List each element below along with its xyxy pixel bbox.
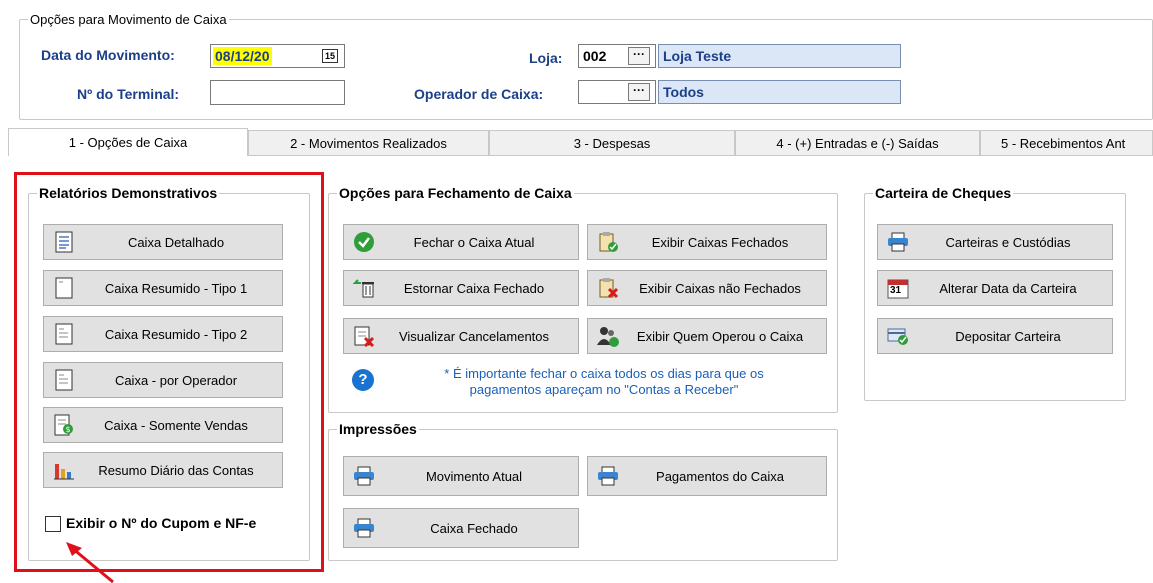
caixa-fechado-label: Caixa Fechado [430, 520, 518, 536]
check-circle-icon [352, 230, 376, 254]
operador-lookup-button[interactable]: ··· [628, 83, 650, 101]
alterar-data-carteira-button[interactable]: 31 Alterar Data da Carteira [877, 270, 1113, 306]
data-movimento-field[interactable]: 08/12/20 15 [210, 44, 345, 68]
visualizar-cancelamentos-button[interactable]: Visualizar Cancelamentos [343, 318, 579, 354]
fechamento-title: Opções para Fechamento de Caixa [339, 185, 572, 201]
highlight-box [14, 172, 324, 572]
tab-entradas-saidas[interactable]: 4 - (+) Entradas e (-) Saídas [735, 130, 980, 156]
loja-name-field: Loja Teste [658, 44, 901, 68]
calendar-day: 31 [890, 285, 902, 296]
printer-icon [352, 464, 376, 488]
tab-movimentos-realizados[interactable]: 2 - Movimentos Realizados [248, 130, 489, 156]
card-check-icon [886, 324, 910, 348]
loja-lookup-button[interactable]: ··· [628, 47, 650, 65]
estornar-caixa-fechado-button[interactable]: Estornar Caixa Fechado [343, 270, 579, 306]
tab-bar: 1 - Opções de Caixa 2 - Movimentos Reali… [8, 128, 1153, 156]
undo-trash-icon [352, 276, 376, 300]
clipboard-x-icon [596, 276, 620, 300]
tab-recebimentos[interactable]: 5 - Recebimentos Ant [980, 130, 1153, 156]
movimento-atual-label: Movimento Atual [425, 468, 523, 484]
help-icon: ? [352, 369, 374, 391]
exibir-quem-operou-button[interactable]: Exibir Quem Operou o Caixa [587, 318, 827, 354]
red-arrow-icon [66, 542, 114, 583]
alterar-data-carteira-label: Alterar Data da Carteira [939, 280, 1077, 296]
users-icon [596, 324, 620, 348]
loja-code-value: 002 [583, 48, 607, 64]
note-line-2: pagamentos apareçam no "Contas a Receber… [469, 382, 739, 397]
pagamentos-do-caixa-button[interactable]: Pagamentos do Caixa [587, 456, 827, 496]
clipboard-check-icon [596, 230, 620, 254]
movimento-options-title: Opções para Movimento de Caixa [30, 12, 227, 27]
terminal-field[interactable] [210, 80, 345, 105]
pagamentos-do-caixa-label: Pagamentos do Caixa [656, 468, 784, 484]
fechar-caixa-atual-label: Fechar o Caixa Atual [413, 234, 535, 250]
printer-icon [596, 464, 620, 488]
caixa-fechado-button[interactable]: Caixa Fechado [343, 508, 579, 548]
movimento-atual-button[interactable]: Movimento Atual [343, 456, 579, 496]
exibir-caixas-nao-fechados-label: Exibir Caixas não Fechados [639, 280, 801, 296]
carteira-title: Carteira de Cheques [875, 185, 1012, 201]
data-movimento-label: Data do Movimento: [41, 47, 175, 63]
impressoes-title: Impressões [339, 421, 417, 437]
printer-icon [886, 230, 910, 254]
fechamento-note: * É importante fechar o caixa todos os d… [384, 366, 824, 398]
exibir-caixas-fechados-label: Exibir Caixas Fechados [651, 234, 789, 250]
note-line-1: * É importante fechar o caixa todos os d… [444, 366, 764, 381]
visualizar-cancelamentos-label: Visualizar Cancelamentos [398, 328, 550, 344]
depositar-carteira-button[interactable]: Depositar Carteira [877, 318, 1113, 354]
carteiras-custodias-label: Carteiras e Custódias [945, 234, 1071, 250]
data-movimento-value: 08/12/20 [213, 47, 272, 65]
operador-label: Operador de Caixa: [414, 86, 544, 102]
tab-opcoes-de-caixa[interactable]: 1 - Opções de Caixa [8, 128, 248, 156]
calendar-icon[interactable]: 15 [322, 49, 338, 63]
exibir-quem-operou-label: Exibir Quem Operou o Caixa [636, 328, 804, 344]
terminal-label: Nº do Terminal: [77, 86, 180, 102]
exibir-caixas-nao-fechados-button[interactable]: Exibir Caixas não Fechados [587, 270, 827, 306]
operador-name-field: Todos [658, 80, 901, 104]
document-x-icon [352, 324, 376, 348]
carteiras-custodias-button[interactable]: Carteiras e Custódias [877, 224, 1113, 260]
estornar-caixa-fechado-label: Estornar Caixa Fechado [403, 280, 545, 296]
printer-icon [352, 516, 376, 540]
calendar-icon: 31 [886, 276, 910, 300]
loja-label: Loja: [529, 50, 563, 66]
tab-despesas[interactable]: 3 - Despesas [489, 130, 735, 156]
operador-code-field[interactable]: ··· [578, 80, 656, 104]
depositar-carteira-label: Depositar Carteira [955, 328, 1061, 344]
loja-code-field[interactable]: 002 ··· [578, 44, 656, 68]
exibir-caixas-fechados-button[interactable]: Exibir Caixas Fechados [587, 224, 827, 260]
fechar-caixa-atual-button[interactable]: Fechar o Caixa Atual [343, 224, 579, 260]
